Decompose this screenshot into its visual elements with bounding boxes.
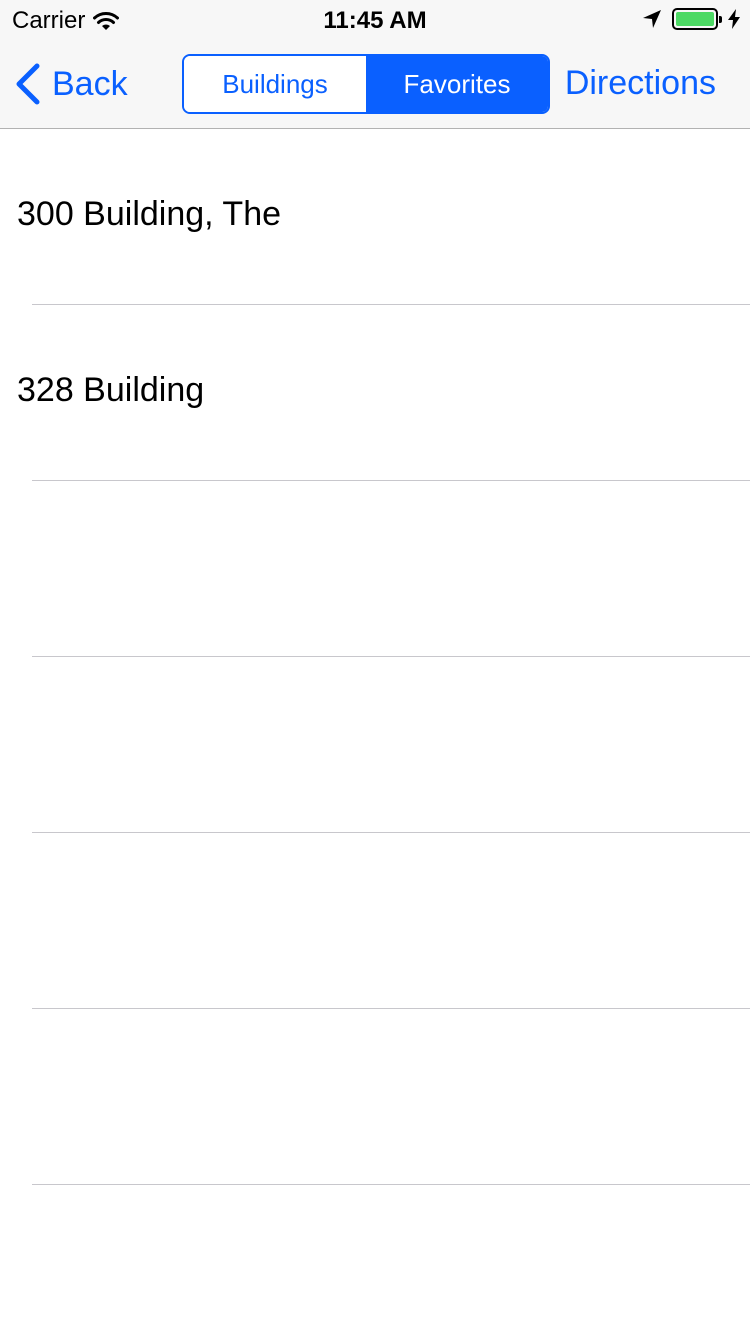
wifi-icon bbox=[93, 12, 120, 30]
status-right-group bbox=[642, 8, 740, 30]
list-item[interactable]: 328 Building bbox=[0, 305, 750, 481]
location-arrow-icon bbox=[643, 10, 661, 28]
carrier-group: Carrier bbox=[12, 7, 120, 35]
battery-nub bbox=[719, 16, 722, 23]
battery-icon bbox=[672, 8, 722, 30]
list-item[interactable]: 300 Building, The bbox=[0, 129, 750, 305]
back-label: Back bbox=[52, 64, 128, 103]
list-item[interactable] bbox=[0, 833, 750, 1009]
favorites-list: 300 Building, The 328 Building bbox=[0, 129, 750, 1334]
list-item[interactable] bbox=[0, 481, 750, 657]
segmented-control: Buildings Favorites bbox=[182, 54, 550, 114]
list-item-label: 300 Building, The bbox=[17, 195, 282, 233]
status-bar: Carrier 11:45 AM bbox=[0, 0, 750, 40]
segment-label: Favorites bbox=[403, 68, 511, 99]
list-item[interactable] bbox=[0, 1185, 750, 1334]
back-button[interactable]: Back bbox=[14, 62, 128, 106]
list-item[interactable] bbox=[0, 1009, 750, 1185]
battery-fill bbox=[676, 12, 714, 26]
directions-button[interactable]: Directions bbox=[565, 64, 716, 103]
segment-favorites[interactable]: Favorites bbox=[366, 56, 548, 112]
segment-buildings[interactable]: Buildings bbox=[184, 56, 366, 112]
list-item-label: 328 Building bbox=[17, 371, 205, 409]
carrier-label: Carrier bbox=[12, 7, 86, 34]
segment-label: Buildings bbox=[222, 68, 328, 99]
list-item[interactable] bbox=[0, 657, 750, 833]
chevron-left-icon bbox=[16, 63, 40, 105]
navigation-bar: Back Buildings Favorites Directions bbox=[0, 40, 750, 129]
charging-bolt-icon bbox=[728, 9, 740, 29]
